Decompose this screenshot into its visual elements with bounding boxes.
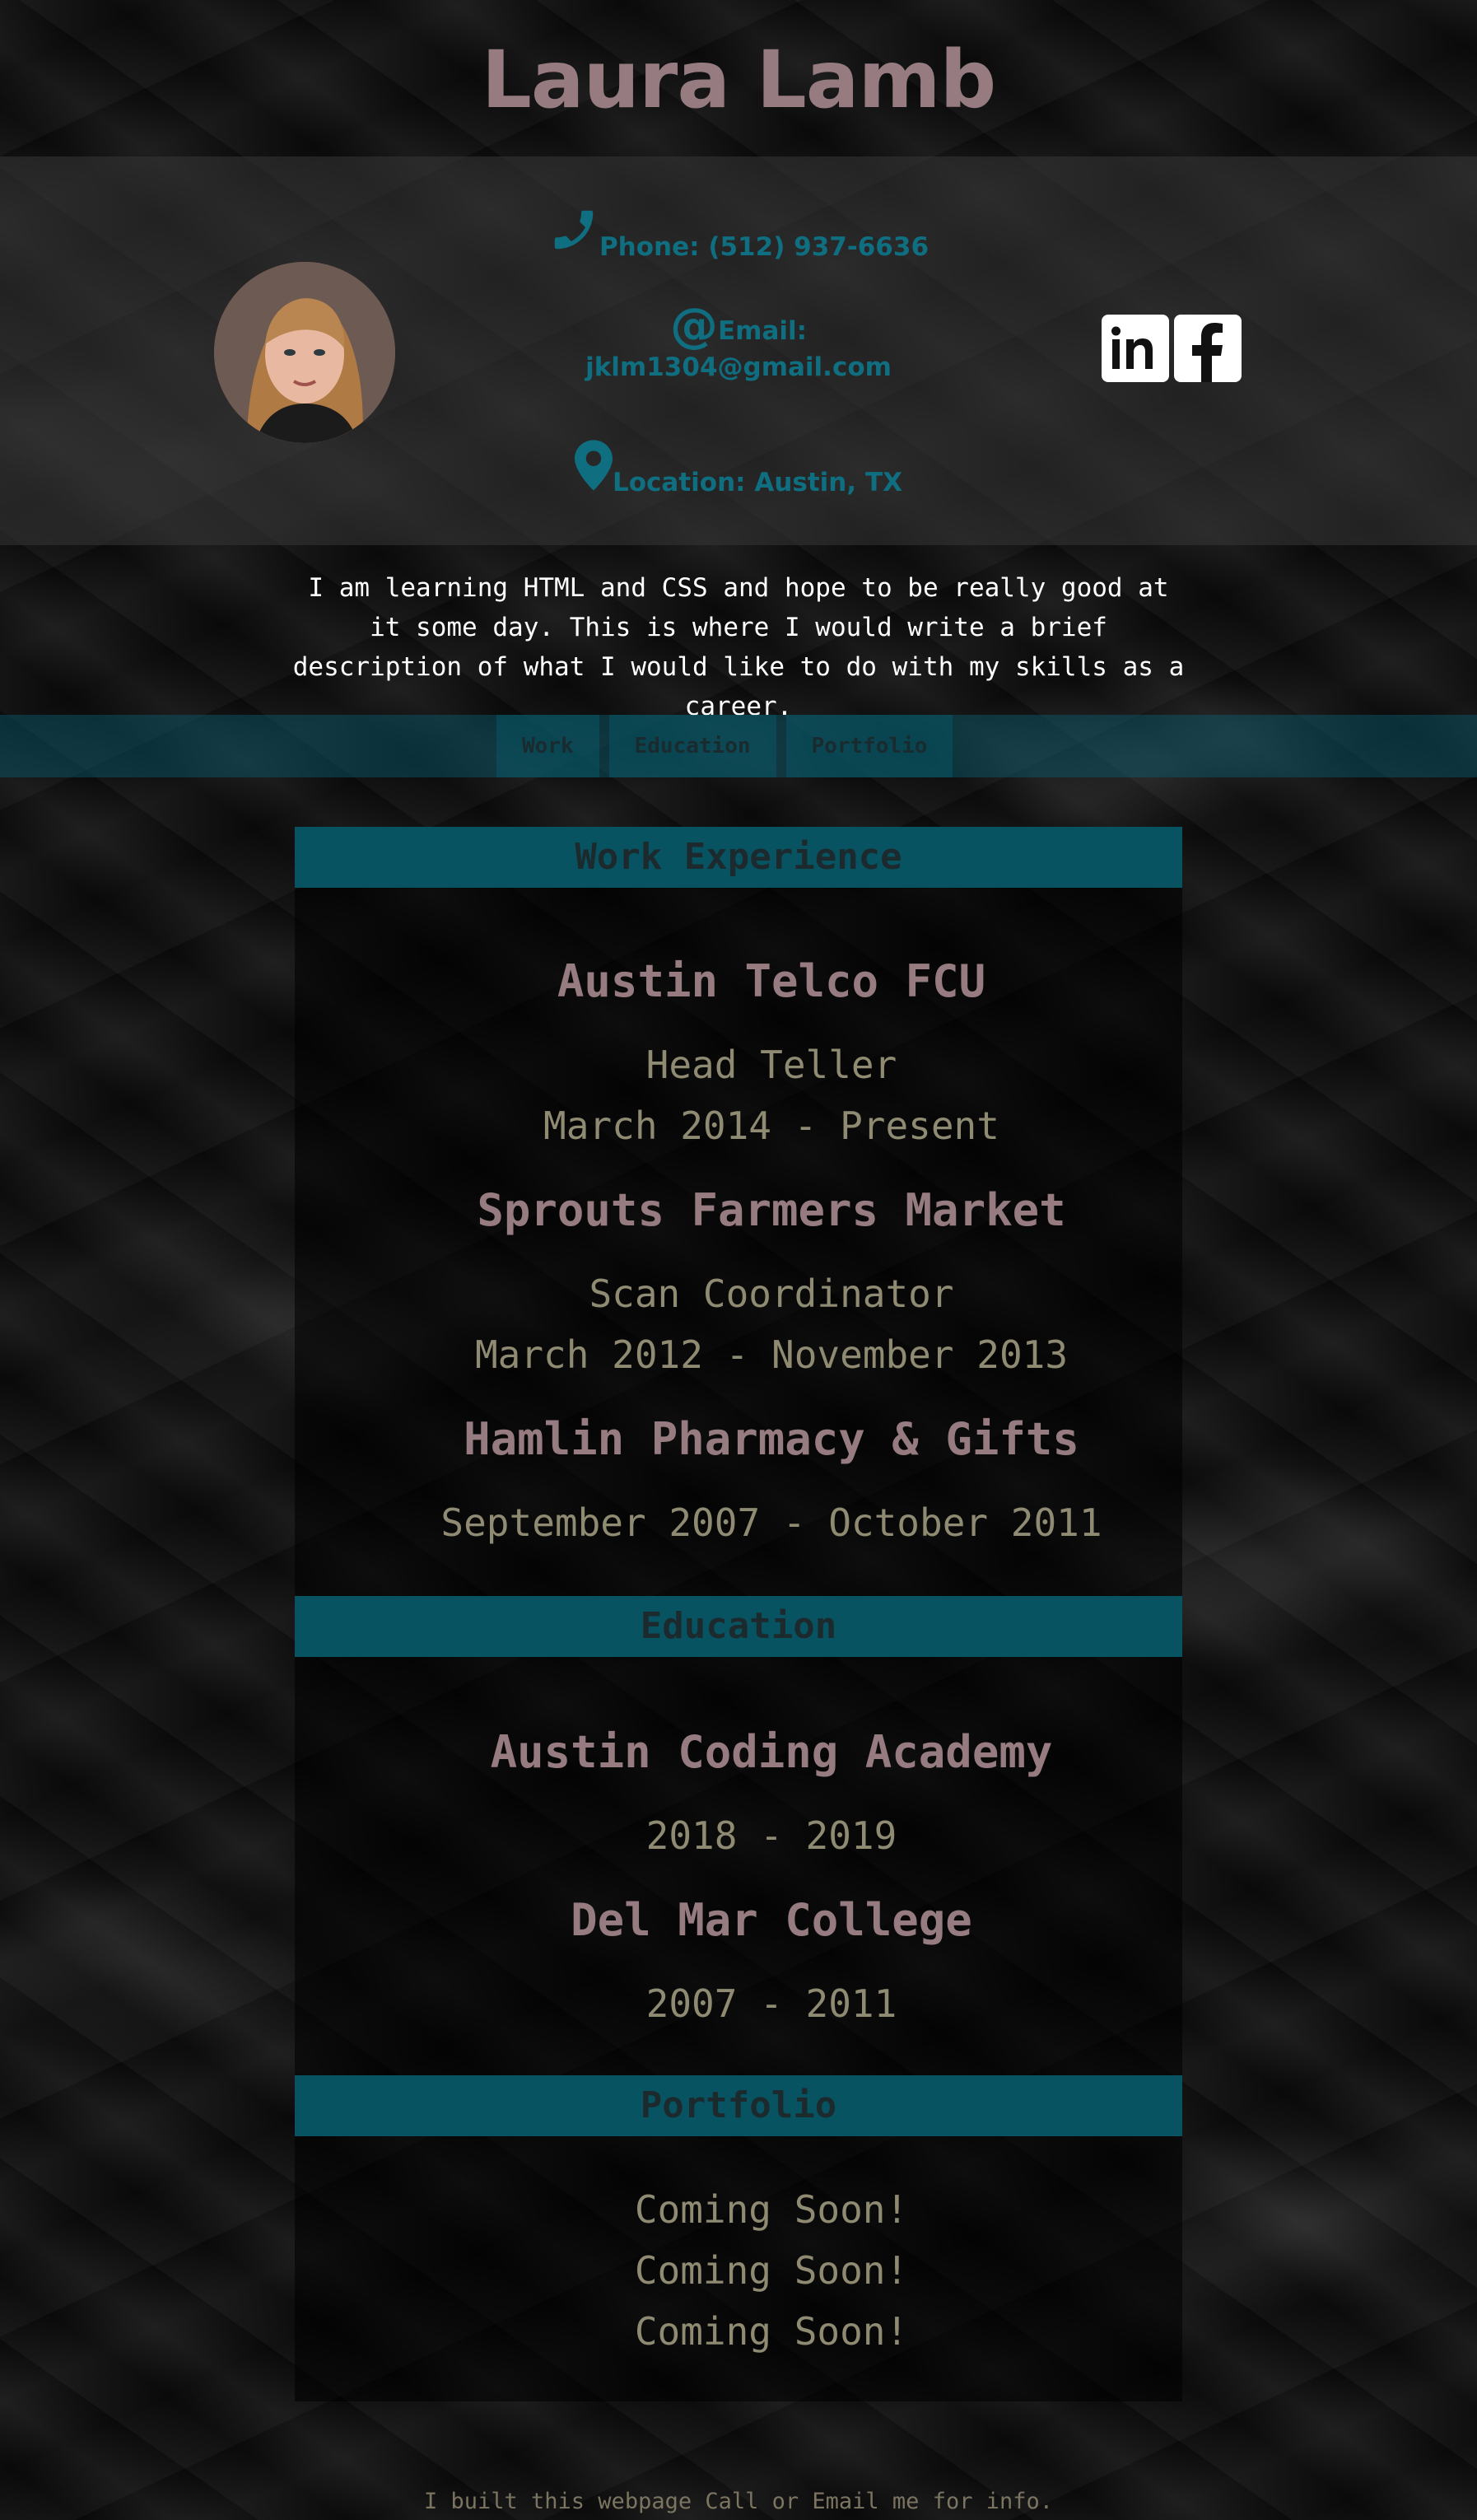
work-section-title: Work Experience — [295, 827, 1182, 888]
nav-bar: Work Education Portfolio — [0, 715, 1477, 777]
job-company: Austin Telco FCU — [557, 955, 986, 1007]
at-sign-icon: @ — [669, 297, 718, 353]
avatar — [214, 262, 395, 443]
job-position: Head Teller — [645, 1043, 897, 1087]
facebook-icon[interactable] — [1174, 315, 1242, 382]
job-dates: September 2007 - October 2011 — [440, 1500, 1102, 1545]
location-text: Location: Austin, TX — [613, 468, 902, 497]
job-position: Scan Coordinator — [589, 1272, 954, 1316]
school-dates: 2018 - 2019 — [645, 1813, 897, 1858]
page-title: Laura Lamb — [481, 34, 997, 126]
school-dates: 2007 - 2011 — [645, 1981, 897, 2026]
school-name: Austin Coding Academy — [490, 1726, 1053, 1778]
job-company: Sprouts Farmers Market — [477, 1184, 1066, 1236]
email-value: jklm1304@gmail.com — [585, 352, 892, 382]
nav-menu: Work Education Portfolio — [496, 715, 962, 777]
header: Laura Lamb — [0, 0, 1477, 156]
portfolio-item: Coming Soon! — [634, 2187, 909, 2232]
phone-text: Phone: (512) 937-6636 — [599, 232, 930, 262]
portfolio-item: Coming Soon! — [634, 2248, 909, 2293]
nav-portfolio[interactable]: Portfolio — [785, 715, 953, 777]
portfolio-section-title: Portfolio — [295, 2075, 1182, 2136]
nav-work[interactable]: Work — [496, 715, 599, 777]
location-contact: Location: Austin, TX — [492, 440, 985, 497]
main-content: Work Experience Austin Telco FCU Head Te… — [295, 827, 1182, 2401]
job-company: Hamlin Pharmacy & Gifts — [464, 1413, 1079, 1465]
school-name: Del Mar College — [571, 1894, 972, 1946]
email-label: Email: — [717, 316, 808, 346]
education-section-title: Education — [295, 1596, 1182, 1657]
email-contact[interactable]: @Email: jklm1304@gmail.com — [492, 301, 985, 385]
contact-section: Phone: (512) 937-6636 @Email: jklm1304@g… — [0, 156, 1477, 545]
nav-education[interactable]: Education — [608, 715, 776, 777]
map-pin-icon — [575, 440, 613, 497]
social-links — [1102, 315, 1246, 382]
job-dates: March 2012 - November 2013 — [474, 1332, 1069, 1377]
phone-icon — [548, 204, 599, 262]
portfolio-item: Coming Soon! — [634, 2309, 909, 2354]
linkedin-icon[interactable] — [1102, 315, 1169, 382]
intro-text: I am learning HTML and CSS and hope to b… — [292, 573, 1185, 721]
footer-text: I built this webpage Call or Email me fo… — [423, 2489, 1053, 2514]
phone-contact[interactable]: Phone: (512) 937-6636 — [492, 204, 985, 262]
job-dates: March 2014 - Present — [543, 1104, 999, 1148]
